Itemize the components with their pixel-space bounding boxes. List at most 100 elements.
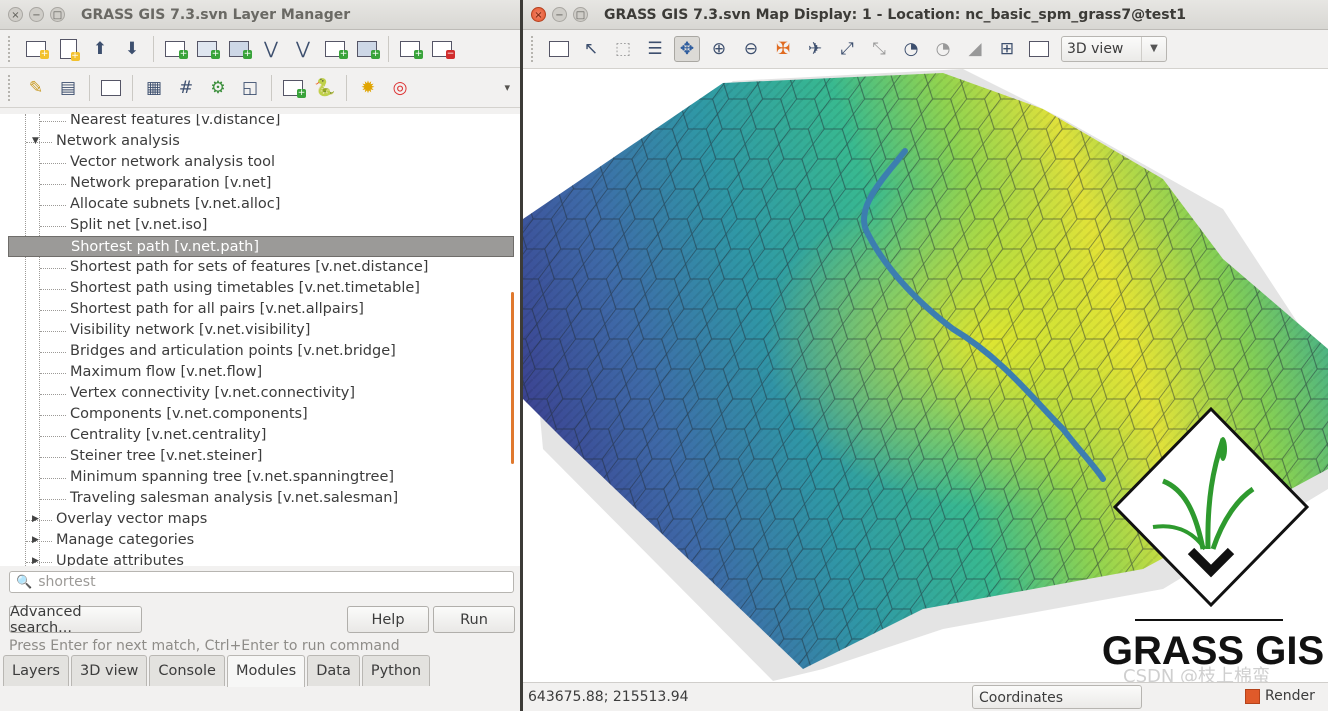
map-canvas[interactable]: GRASS GIS CSDN @枝上棉蛮 bbox=[523, 69, 1328, 682]
tree-item[interactable]: Manage categories bbox=[56, 530, 194, 551]
module-search-box[interactable]: 🔍 bbox=[9, 571, 514, 593]
add-group-icon[interactable]: + bbox=[354, 36, 380, 62]
render-label: Render bbox=[1265, 688, 1315, 704]
add-raster-icon[interactable]: + bbox=[162, 36, 188, 62]
close-icon[interactable]: × bbox=[531, 7, 546, 22]
render-map-icon[interactable] bbox=[546, 36, 572, 62]
search-input[interactable] bbox=[36, 573, 511, 591]
minimize-icon[interactable]: − bbox=[29, 7, 44, 22]
toolbar-grip[interactable] bbox=[531, 36, 537, 62]
expanded-arrow-icon[interactable]: ▼ bbox=[32, 136, 39, 146]
pointer-icon[interactable]: ↖ bbox=[578, 36, 604, 62]
script-icon[interactable]: + bbox=[280, 75, 306, 101]
zoom-out-icon[interactable]: ⊖ bbox=[738, 36, 764, 62]
help-button[interactable]: Help bbox=[347, 606, 429, 633]
query-icon[interactable]: ☰ bbox=[642, 36, 668, 62]
tree-item[interactable]: Network analysis bbox=[56, 131, 180, 152]
fly-through-icon[interactable]: ✈ bbox=[802, 36, 828, 62]
tree-item[interactable]: Visibility network [v.net.visibility] bbox=[70, 320, 310, 341]
tab-console[interactable]: Console bbox=[149, 655, 225, 686]
add-rgb-icon[interactable]: + bbox=[226, 36, 252, 62]
search-hint: Press Enter for next match, Ctrl+Enter t… bbox=[9, 638, 400, 654]
add-group-layer-icon[interactable]: + bbox=[397, 36, 423, 62]
zoom-in-icon[interactable]: ⊕ bbox=[706, 36, 732, 62]
toolbar-overflow-icon[interactable]: ▾ bbox=[504, 81, 510, 94]
window-title: GRASS GIS 7.3.svn Layer Manager bbox=[81, 6, 351, 23]
tab-3d-view[interactable]: 3D view bbox=[70, 655, 148, 686]
tab-python[interactable]: Python bbox=[361, 655, 431, 686]
tree-item[interactable]: Bridges and articulation points [v.net.b… bbox=[70, 341, 396, 362]
tree-item[interactable]: Nearest features [v.distance] bbox=[70, 114, 280, 131]
pencil-icon[interactable]: ✎ bbox=[23, 75, 49, 101]
georectify-icon[interactable]: ◱ bbox=[237, 75, 263, 101]
save-workspace-icon[interactable]: ⬇ bbox=[119, 36, 145, 62]
tree-item[interactable]: Vector network analysis tool bbox=[70, 152, 275, 173]
decorations-icon[interactable]: ⊞ bbox=[994, 36, 1020, 62]
tree-item[interactable]: Overlay vector maps bbox=[56, 509, 207, 530]
tab-data[interactable]: Data bbox=[307, 655, 360, 686]
analyze-icon[interactable]: ◢ bbox=[962, 36, 988, 62]
grid-icon[interactable]: # bbox=[173, 75, 199, 101]
remove-layer-icon[interactable]: − bbox=[429, 36, 455, 62]
layer-manager-tabs: Layers 3D view Console Modules Data Python bbox=[3, 655, 432, 688]
add-multiple-vectors-icon[interactable]: ⋁ bbox=[290, 36, 316, 62]
checkbox-icon bbox=[1245, 688, 1260, 704]
tree-item[interactable]: Network preparation [v.net] bbox=[70, 173, 271, 194]
collapsed-arrow-icon[interactable]: ▶ bbox=[32, 514, 39, 524]
tree-item[interactable]: Traveling salesman analysis [v.net.sales… bbox=[70, 488, 398, 509]
help-lifebuoy-icon[interactable]: ◎ bbox=[387, 75, 413, 101]
collapsed-arrow-icon[interactable]: ▶ bbox=[32, 535, 39, 545]
save-display-icon[interactable] bbox=[1026, 36, 1052, 62]
render-checkbox[interactable]: Render bbox=[1245, 688, 1315, 704]
select-icon[interactable]: ⬚ bbox=[610, 36, 636, 62]
tree-item[interactable]: Steiner tree [v.net.steiner] bbox=[70, 446, 262, 467]
tree-item[interactable]: Minimum spanning tree [v.net.spanningtre… bbox=[70, 467, 394, 488]
settings-gear-icon[interactable]: ✹ bbox=[355, 75, 381, 101]
maximize-icon[interactable]: □ bbox=[50, 7, 65, 22]
tree-item[interactable]: Shortest path for all pairs [v.net.allpa… bbox=[70, 299, 364, 320]
tree-item[interactable]: Shortest path using timetables [v.net.ti… bbox=[70, 278, 420, 299]
tree-item[interactable]: Centrality [v.net.centrality] bbox=[70, 425, 266, 446]
maximize-icon[interactable]: □ bbox=[573, 7, 588, 22]
collapsed-arrow-icon[interactable]: ▶ bbox=[32, 556, 39, 566]
tree-item[interactable]: Components [v.net.components] bbox=[70, 404, 308, 425]
tree-item[interactable]: Vertex connectivity [v.net.connectivity] bbox=[70, 383, 355, 404]
secondary-toolbar: ✎ ▤ ▦ # ⚙ ◱ + 🐍 ✹ ◎ ▾ bbox=[0, 68, 520, 108]
add-vector-icon[interactable]: ⋁ bbox=[258, 36, 284, 62]
tree-scrollbar[interactable] bbox=[511, 292, 514, 464]
map-display-window: × − □ GRASS GIS 7.3.svn Map Display: 1 -… bbox=[523, 0, 1328, 711]
new-map-display-icon[interactable]: + bbox=[23, 36, 49, 62]
toolbar-grip-2[interactable] bbox=[8, 74, 14, 101]
map-calculator-icon[interactable]: ▦ bbox=[141, 75, 167, 101]
pan-icon[interactable]: ✥ bbox=[674, 36, 700, 62]
tab-layers[interactable]: Layers bbox=[3, 655, 69, 686]
toolbar-grip[interactable] bbox=[8, 35, 14, 62]
tree-item-selected[interactable]: Shortest path [v.net.path] bbox=[8, 236, 514, 257]
tree-item[interactable]: Maximum flow [v.net.flow] bbox=[70, 362, 262, 383]
map-display-icon[interactable] bbox=[98, 75, 124, 101]
add-multiple-rasters-icon[interactable]: + bbox=[194, 36, 220, 62]
statusbar-mode-select[interactable]: Coordinates bbox=[972, 685, 1142, 709]
view-mode-select[interactable]: 3D view ▼ bbox=[1061, 36, 1167, 62]
tab-modules[interactable]: Modules bbox=[226, 655, 306, 688]
zoom-region-icon[interactable]: ⤡ bbox=[866, 36, 892, 62]
minimize-icon[interactable]: − bbox=[552, 7, 567, 22]
tree-item[interactable]: Split net [v.net.iso] bbox=[70, 215, 207, 236]
advanced-search-button[interactable]: Advanced search... bbox=[9, 604, 142, 636]
zoom-back-icon[interactable]: ◔ bbox=[898, 36, 924, 62]
python-icon[interactable]: 🐍 bbox=[312, 75, 338, 101]
modeler-icon[interactable]: ⚙ bbox=[205, 75, 231, 101]
tree-item[interactable]: Update attributes bbox=[56, 551, 184, 566]
coordinates-readout: 643675.88; 215513.94 bbox=[528, 689, 689, 705]
close-icon[interactable]: × bbox=[8, 7, 23, 22]
new-workspace-icon[interactable]: + bbox=[55, 36, 81, 62]
attribute-table-icon[interactable]: ▤ bbox=[55, 75, 81, 101]
zoom-extent-icon[interactable]: ⤢ bbox=[834, 36, 860, 62]
tree-item[interactable]: Allocate subnets [v.net.alloc] bbox=[70, 194, 280, 215]
zoom-options-icon[interactable]: ◔ bbox=[930, 36, 956, 62]
run-button[interactable]: Run bbox=[433, 606, 515, 633]
tree-item[interactable]: Shortest path for sets of features [v.ne… bbox=[70, 257, 428, 278]
open-workspace-icon[interactable]: ⬆ bbox=[87, 36, 113, 62]
add-overlay-icon[interactable]: + bbox=[322, 36, 348, 62]
rotate-icon[interactable]: ✠ bbox=[770, 36, 796, 62]
